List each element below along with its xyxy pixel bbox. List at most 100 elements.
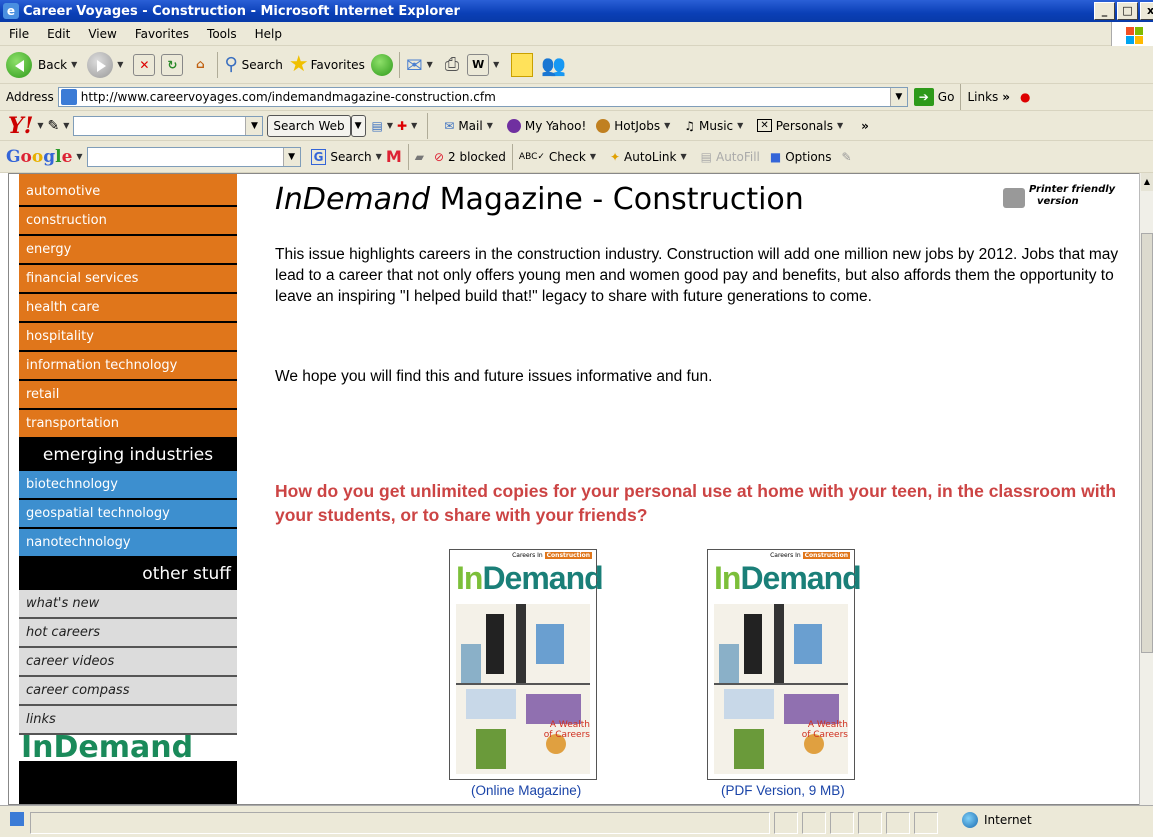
hotjobs-label: HotJobs [614,118,661,133]
mail-icon[interactable]: ✉ [406,53,423,77]
pdf-version-link[interactable]: (PDF Version, 9 MB) [721,783,845,798]
printer-friendly-link[interactable]: Printer friendly version [1003,184,1115,208]
vertical-scrollbar[interactable]: ▲ [1139,173,1153,805]
chevron-down-icon[interactable]: ▼ [350,114,366,137]
google-logo[interactable]: Google [6,147,72,167]
chevron-down-icon[interactable]: ▼ [37,121,43,130]
options-button[interactable]: ■ Options [770,150,832,164]
yahoo-search-web-button[interactable]: Search Web [267,114,351,137]
links-button[interactable]: Links [967,90,998,104]
stop-icon[interactable]: ✕ [133,53,156,76]
chevron-down-icon[interactable]: ▼ [376,152,382,161]
sidebar-item-geospatial-technology[interactable]: geospatial technology [19,500,237,529]
autofill-button[interactable]: ▤ AutoFill [701,150,760,164]
pencil-icon[interactable]: ✎ [842,150,852,164]
sidebar-item-financial-services[interactable]: financial services [19,265,237,294]
refresh-icon[interactable]: ↻ [161,53,184,76]
cover-illustration [456,604,590,774]
chevron-down-icon[interactable]: ▼ [63,121,69,130]
edit-icon[interactable]: W [467,53,490,76]
highlight-icon[interactable]: ▤ [372,119,383,133]
sidebar-item-construction[interactable]: construction [19,207,237,236]
sidebar-item-whats-new[interactable]: what's new [19,590,237,619]
menu-view[interactable]: View [79,27,125,41]
gmail-icon[interactable]: M [386,147,402,166]
sidebar-item-nanotechnology[interactable]: nanotechnology [19,529,237,558]
sidebar-item-biotechnology[interactable]: biotechnology [19,471,237,500]
sidebar-item-energy[interactable]: energy [19,236,237,265]
pencil-icon[interactable]: ✎ [48,118,60,134]
close-button[interactable]: x [1140,2,1153,20]
go-button[interactable]: ➔ Go [913,88,954,106]
chevron-down-icon[interactable]: ▼ [245,116,263,135]
history-icon[interactable] [370,53,393,76]
favorites-button[interactable]: ★ Favorites [289,52,365,77]
chevron-right-icon[interactable]: » [861,119,869,133]
hotjobs-button[interactable]: HotJobs ▼ [596,118,674,133]
personals-button[interactable]: ✕ Personals ▼ [757,119,847,133]
pagerank-icon[interactable]: ▰ [415,150,424,164]
sidebar-item-transportation[interactable]: transportation [19,410,237,439]
cover-tag-prefix: Careers In [770,552,801,559]
scrollbar-thumb[interactable] [1141,233,1153,653]
popup-blocker-button[interactable]: ⊘ 2 blocked [434,150,506,164]
menu-tools[interactable]: Tools [198,27,246,41]
chevron-down-icon[interactable]: ▼ [837,121,843,130]
chevron-down-icon[interactable]: ▼ [487,121,493,130]
address-input[interactable]: http://www.careervoyages.com/indemandmag… [57,87,908,107]
yahoo-search-input[interactable]: ▼ [73,115,264,136]
sidebar-item-automotive[interactable]: automotive [19,178,237,207]
chevron-down-icon[interactable]: ▼ [664,121,670,130]
chevron-down-icon[interactable]: ▼ [387,121,393,130]
address-url[interactable]: http://www.careervoyages.com/indemandmag… [81,90,496,104]
chevron-down-icon[interactable]: ▼ [117,60,123,69]
online-magazine-cover[interactable]: Careers In Construction InDemand A Wealt… [449,549,604,780]
antispy-icon[interactable]: ✚ [397,119,407,133]
google-search-button[interactable]: G Search ▼ [310,148,386,165]
back-button[interactable]: Back ▼ [6,51,81,78]
maximize-button[interactable]: □ [1117,2,1138,20]
notes-icon[interactable] [511,52,534,77]
indemand-logo[interactable]: InDemand [19,735,237,761]
forward-button[interactable]: ▼ [87,51,127,78]
chevron-down-icon[interactable]: ▼ [493,60,499,69]
yahoo-mail-button[interactable]: ✉ Mail ▼ [444,119,497,133]
yahoo-logo[interactable]: Y! [8,113,33,139]
chevron-down-icon[interactable]: ▼ [590,152,596,161]
menu-favorites[interactable]: Favorites [126,27,198,41]
chevron-down-icon[interactable]: ▼ [680,152,686,161]
pdf-magazine-cover[interactable]: Careers In Construction InDemand A Wealt… [707,549,862,780]
menu-edit[interactable]: Edit [38,27,79,41]
sidebar-item-retail[interactable]: retail [19,381,237,410]
menu-file[interactable]: File [0,27,38,41]
sidebar-item-health-care[interactable]: health care [19,294,237,323]
spell-check-button[interactable]: ABC✓ Check ▼ [519,150,600,164]
menu-help[interactable]: Help [246,27,291,41]
my-yahoo-button[interactable]: My Yahoo! [506,118,586,133]
messenger-icon[interactable]: 👥 [541,53,566,77]
home-icon[interactable]: ⌂ [189,54,211,76]
chevron-down-icon[interactable]: ▼ [737,121,743,130]
chevron-down-icon[interactable]: ▼ [76,152,82,161]
google-search-input[interactable]: ▼ [86,146,301,167]
chevron-down-icon[interactable]: ▼ [282,147,300,166]
sidebar-item-information-technology[interactable]: information technology [19,352,237,381]
search-button[interactable]: ⚲ Search [224,54,282,75]
chevron-right-icon[interactable]: » [1002,90,1010,104]
print-icon[interactable]: ⎙ [445,54,459,75]
chevron-down-icon[interactable]: ▼ [411,121,417,130]
minimize-button[interactable]: _ [1094,2,1115,20]
toolbar-extra-icon[interactable]: ● [1020,90,1030,104]
sidebar-item-career-videos[interactable]: career videos [19,648,237,677]
scroll-up-icon[interactable]: ▲ [1141,173,1153,191]
music-button[interactable]: ♫ Music ▼ [684,119,747,133]
sidebar-item-hot-careers[interactable]: hot careers [19,619,237,648]
sidebar-item-hospitality[interactable]: hospitality [19,323,237,352]
sidebar-item-career-compass[interactable]: career compass [19,677,237,706]
online-magazine-link[interactable]: (Online Magazine) [471,783,581,798]
chevron-down-icon[interactable]: ▼ [71,60,77,69]
sidebar-item-links[interactable]: links [19,706,237,735]
chevron-down-icon[interactable]: ▼ [889,88,907,106]
chevron-down-icon[interactable]: ▼ [427,60,433,69]
autolink-button[interactable]: ✦ AutoLink ▼ [610,150,691,164]
